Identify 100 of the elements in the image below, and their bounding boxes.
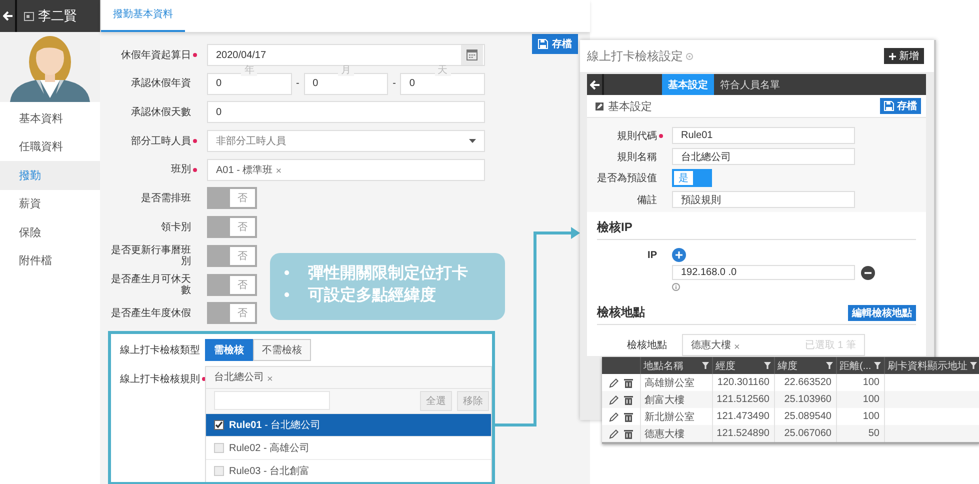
tag-remove-button[interactable]: × — [734, 342, 740, 352]
input-field[interactable]: Rule01 — [672, 127, 855, 144]
column-header: 距離(... — [840, 360, 872, 372]
add-icon[interactable] — [672, 248, 686, 262]
field-label: 是否產生月可休天數 — [110, 274, 191, 296]
search-field[interactable] — [214, 391, 330, 410]
multi-select[interactable]: 台北總公司 × 全選 移除 Rule01 - 台北總公司 Rule02 - 高雄公司 Rule03 - 台北創富 — [205, 366, 492, 482]
window-title: 線上打卡檢核設定 — [587, 48, 683, 64]
filter-icon[interactable] — [702, 362, 708, 369]
table-cell: 25.103960 — [774, 391, 836, 408]
select-field[interactable]: 非部分工時人員 — [207, 130, 485, 152]
save-icon — [884, 101, 894, 111]
filter-icon[interactable] — [874, 362, 880, 369]
field-label: 領卡別 — [161, 222, 191, 233]
table-cell: 創富大樓 — [640, 391, 712, 408]
edit-icon[interactable] — [608, 394, 619, 404]
back-icon[interactable] — [590, 80, 600, 90]
delete-icon[interactable] — [624, 378, 633, 388]
section-title: 檢核IP — [597, 219, 632, 236]
tag-field[interactable]: A01 - 標準班 × — [207, 158, 485, 181]
filter-icon[interactable] — [764, 362, 770, 369]
edit-icon[interactable] — [608, 428, 619, 438]
option-item[interactable]: Rule01 - 台北總公司 — [206, 412, 491, 436]
segment-button[interactable]: 不需檢核 — [253, 338, 311, 361]
table-cell: 121.512560 — [712, 391, 774, 408]
callout-text: 彈性開關限制定位打卡 — [308, 264, 468, 284]
field-label: 是否產生年度休假 — [111, 308, 191, 319]
table-cell: 25.067060 — [774, 425, 836, 443]
column-header: 緯度 — [778, 360, 798, 372]
unit-label: 年 — [241, 66, 258, 76]
field-label: 承認休假天數 — [131, 106, 191, 118]
input-field[interactable]: 預設規則 — [672, 191, 855, 208]
bullet: • — [284, 264, 291, 284]
tag-label: A01 - 標準班 — [216, 164, 273, 177]
option-item[interactable]: Rule02 - 高雄公司 — [206, 436, 491, 459]
sidebar-item[interactable]: 基本資料 — [0, 104, 100, 132]
filter-icon[interactable] — [970, 362, 976, 369]
tag-label: 台北總公司 — [214, 370, 264, 384]
input-field[interactable]: 192.168.0 .0 — [672, 265, 855, 280]
sidebar-item[interactable]: 保險 — [0, 218, 100, 246]
input-field[interactable]: 0 — [304, 72, 388, 95]
calendar-icon[interactable] — [461, 45, 483, 65]
user-name: 李二賢 — [38, 7, 77, 25]
back-icon[interactable] — [2, 11, 12, 21]
segment-button[interactable]: 需檢核 — [205, 338, 253, 361]
column-header: 刷卡資料顯示地址 — [888, 360, 968, 372]
edit-icon[interactable] — [608, 378, 619, 388]
id-card-icon — [24, 12, 34, 20]
tag-remove-button[interactable]: × — [276, 166, 282, 178]
info-icon — [672, 283, 680, 291]
save-icon — [538, 39, 548, 49]
callout-text: 可設定多點經緯度 — [308, 286, 436, 306]
unit-label: 天 — [434, 66, 451, 76]
tab[interactable]: 符合人員名單 — [714, 74, 786, 95]
field-label: IP — [646, 249, 657, 263]
edit-location-button[interactable]: 編輯檢核地點 — [848, 305, 916, 321]
field-label: 休假年資起算日 — [121, 50, 191, 60]
edit-icon — [595, 102, 604, 110]
field-label: 備註 — [637, 194, 657, 206]
separator-text: - — [392, 78, 398, 90]
field-label: 檢核地點 — [627, 338, 667, 352]
filter-icon[interactable] — [826, 362, 832, 369]
field-label: 部分工時人員 — [131, 136, 191, 147]
unit-label: 月 — [338, 66, 354, 76]
caret-icon[interactable] — [469, 139, 476, 144]
add-button[interactable]: 新增 — [884, 48, 924, 64]
table-cell: 121.524890 — [712, 425, 774, 443]
remove-icon[interactable] — [861, 266, 875, 280]
delete-icon[interactable] — [624, 428, 633, 438]
sidebar-item[interactable]: 附件檔 — [0, 246, 100, 275]
table-cell: 100 — [836, 391, 884, 408]
table-cell: 德惠大樓 — [640, 425, 712, 443]
field-label: 是否需排班 — [141, 192, 191, 204]
field-label: 是否為預設值 — [597, 172, 657, 185]
date-field[interactable]: 2020/04/17 — [207, 44, 485, 66]
delete-icon[interactable] — [624, 394, 633, 404]
section-title: 檢核地點 — [597, 304, 645, 321]
field-label: 規則名稱 — [617, 150, 657, 164]
field-label: 線上打卡檢核規則 — [120, 372, 200, 386]
tag-label: 德惠大樓 — [691, 338, 731, 352]
sidebar-item[interactable]: 任職資料 — [0, 132, 100, 161]
sidebar-item[interactable]: 薪資 — [0, 190, 100, 218]
save-button[interactable]: 存檔 — [880, 98, 921, 114]
edit-icon[interactable] — [608, 412, 619, 422]
save-button[interactable]: 存檔 — [532, 34, 578, 54]
input-field[interactable]: 0 — [400, 72, 486, 95]
plus-icon — [889, 52, 896, 60]
delete-icon[interactable] — [624, 412, 633, 422]
input-field[interactable]: 0 — [207, 101, 485, 124]
input-field[interactable]: 0 — [207, 72, 292, 95]
checkbox[interactable] — [214, 420, 224, 430]
bullet: • — [284, 286, 291, 306]
table-cell: 50 — [836, 425, 884, 443]
column-header: 地點名稱 — [644, 360, 684, 372]
field-label: 承認休假年資 — [131, 78, 191, 90]
option-item[interactable]: Rule03 - 台北創富 — [206, 458, 491, 482]
input-field[interactable]: 台北總公司 — [672, 148, 855, 165]
section-title: 基本設定 — [608, 100, 652, 114]
column-header: 經度 — [716, 360, 736, 372]
separator-text: - — [295, 78, 300, 90]
